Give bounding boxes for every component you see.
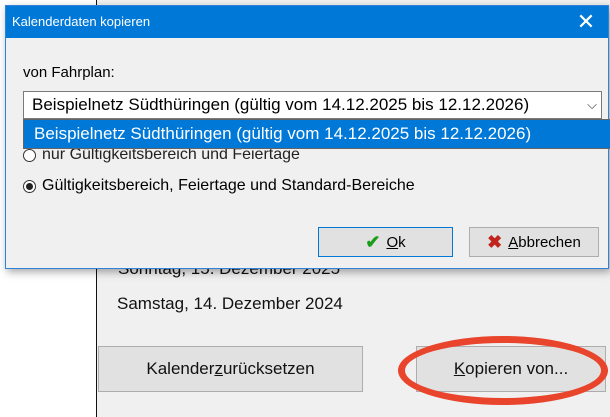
copy-from-button[interactable]: Kopieren von...	[416, 346, 606, 392]
x-icon: ✖	[487, 231, 503, 252]
radio-option-validity-holidays-standard[interactable]: Gültigkeitsbereich, Feiertage und Standa…	[23, 177, 415, 195]
check-icon: ✔	[365, 231, 381, 252]
ok-button[interactable]: ✔ Ok	[318, 227, 453, 257]
dialog-titlebar: Kalenderdaten kopieren ✕	[6, 6, 608, 38]
cancel-label-mnemonic: A	[508, 233, 519, 251]
timetable-dropdown-option[interactable]: Beispielnetz Südthüringen (gültig vom 14…	[23, 119, 610, 149]
copy-calendar-dialog: Kalenderdaten kopieren ✕ von Fahrplan: B…	[5, 5, 610, 269]
radio-unchecked-icon[interactable]	[23, 148, 36, 162]
reset-label-mnemonic: z	[214, 359, 223, 378]
reset-label-post: urücksetzen	[222, 359, 315, 378]
copy-label-mnemonic: K	[453, 359, 466, 378]
radio-label: Gültigkeitsbereich, Feiertage und Standa…	[42, 177, 415, 194]
from-timetable-label: von Fahrplan:	[23, 64, 115, 81]
reset-label-pre: Kalender	[146, 359, 215, 378]
chevron-down-icon[interactable]: ⌵	[587, 97, 597, 113]
timetable-select-value: Beispielnetz Südthüringen (gültig vom 14…	[32, 95, 530, 114]
radio-checked-icon[interactable]	[23, 179, 36, 193]
reset-calendar-button[interactable]: Kalender z urücksetzen	[98, 346, 363, 392]
close-icon[interactable]: ✕	[564, 6, 608, 38]
ok-label-mnemonic: O	[386, 233, 399, 251]
date-label: Samstag, 14. Dezember 2024	[117, 294, 343, 313]
ok-label-post: k	[398, 233, 406, 251]
cancel-button[interactable]: ✖ Abbrechen	[469, 227, 599, 257]
dialog-title: Kalenderdaten kopieren	[12, 14, 151, 29]
timetable-select[interactable]: Beispielnetz Südthüringen (gültig vom 14…	[23, 91, 602, 119]
cancel-label-post: bbrechen	[518, 233, 581, 251]
copy-label-post: opieren von...	[465, 359, 569, 378]
